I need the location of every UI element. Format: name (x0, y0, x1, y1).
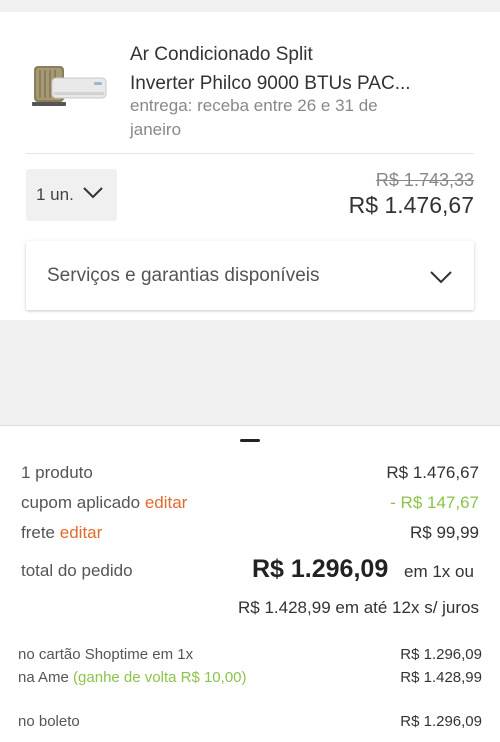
product-image[interactable] (32, 56, 108, 108)
delivery-line2: janeiro (130, 120, 182, 139)
product-title[interactable]: Ar Condicionado Split Inverter Philco 90… (130, 40, 480, 98)
old-price: R$ 1.743,33 (375, 170, 474, 190)
card-payment-value: R$ 1.296,09 (400, 646, 482, 663)
chevron-down-icon (83, 187, 103, 199)
products-subtotal: R$ 1.476,67 (386, 463, 479, 482)
shipping-row: frete editar (21, 523, 102, 543)
sheet-drag-handle[interactable] (240, 439, 260, 442)
services-label: Serviços e garantias disponíveis (47, 265, 320, 286)
shipping-edit-link[interactable]: editar (60, 523, 103, 542)
divider (26, 153, 474, 154)
ame-cashback: (ganhe de volta R$ 10,00) (73, 669, 247, 686)
ame-payment-row: na Ame (ganhe de volta R$ 10,00) (18, 669, 247, 686)
total-label: total do pedido (21, 561, 133, 580)
delivery-line1: entrega: receba entre 26 e 31 de (130, 96, 378, 115)
boleto-value: R$ 1.296,09 (400, 713, 482, 730)
chevron-down-icon (430, 271, 452, 284)
quantity-select[interactable]: 1 un. (26, 169, 117, 221)
current-price: R$ 1.476,67 (348, 192, 474, 218)
delivery-estimate: entrega: receba entre 26 e 31 de janeiro (130, 94, 430, 142)
order-summary-sheet: 1 produto R$ 1.476,67 cupom aplicado edi… (0, 425, 500, 742)
product-title-line1: Ar Condicionado Split (130, 44, 313, 65)
shipping-value: R$ 99,99 (410, 523, 479, 542)
ame-label: na Ame (18, 669, 69, 686)
product-card: Ar Condicionado Split Inverter Philco 90… (0, 12, 500, 320)
coupon-discount: - R$ 147,67 (390, 493, 479, 512)
quantity-value: 1 un. (36, 185, 74, 204)
services-warranty-dropdown[interactable]: Serviços e garantias disponíveis (26, 241, 474, 310)
total-suffix: em 1x ou (404, 562, 474, 581)
products-count-label: 1 produto (21, 463, 93, 482)
installments-info: R$ 1.428,99 em até 12x s/ juros (238, 598, 479, 617)
coupon-edit-link[interactable]: editar (145, 493, 188, 512)
shipping-label: frete (21, 523, 56, 542)
coupon-row: cupom aplicado editar (21, 493, 187, 513)
top-background (0, 0, 500, 12)
boleto-label: no boleto (18, 713, 80, 730)
coupon-label: cupom aplicado (21, 493, 141, 512)
total-value: R$ 1.296,09 (252, 555, 389, 583)
ame-payment-value: R$ 1.428,99 (400, 669, 482, 686)
card-payment-label: no cartão Shoptime em 1x (18, 646, 194, 663)
